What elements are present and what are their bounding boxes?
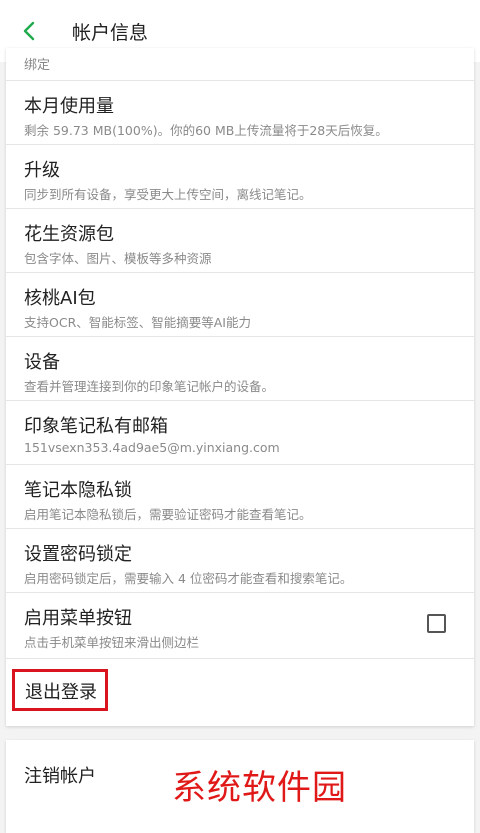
menu-button-title: 启用菜单按钮 (24, 608, 132, 629)
page-title: 帐户信息 (72, 21, 149, 44)
walnut-ai-pack-item[interactable]: 核桃AI包 支持OCR、智能标签、智能摘要等AI能力 (6, 273, 474, 337)
chevron-left-icon (23, 21, 35, 41)
peanut-resource-pack-subtitle: 包含字体、图片、模板等多种资源 (24, 251, 212, 266)
watermark-text: 系统软件园 (172, 768, 347, 808)
devices-title: 设备 (24, 352, 60, 373)
devices-item[interactable]: 设备 查看并管理连接到你的印象笔记帐户的设备。 (6, 337, 474, 401)
logout-label: 退出登录 (25, 682, 97, 703)
walnut-ai-pack-title: 核桃AI包 (24, 288, 96, 309)
private-email-title: 印象笔记私有邮箱 (24, 416, 168, 437)
binding-item-label: 绑定 (24, 58, 51, 73)
account-settings-card: 绑定 本月使用量 剩余 59.73 MB(100%)。你的60 MB上传流量将于… (6, 48, 474, 726)
peanut-resource-pack-item[interactable]: 花生资源包 包含字体、图片、模板等多种资源 (6, 209, 474, 273)
walnut-ai-pack-subtitle: 支持OCR、智能标签、智能摘要等AI能力 (24, 315, 251, 330)
back-button[interactable] (10, 11, 50, 51)
menu-button-subtitle: 点击手机菜单按钮来滑出侧边栏 (24, 635, 200, 650)
notebook-privacy-lock-item[interactable]: 笔记本隐私锁 启用笔记本隐私锁后，需要验证密码才能查看笔记。 (6, 465, 474, 529)
private-email-address: 151vsexn353.4ad9ae5@m.yinxiang.com (24, 440, 280, 455)
binding-item[interactable]: 绑定 (6, 48, 474, 81)
peanut-resource-pack-title: 花生资源包 (24, 224, 114, 245)
notebook-privacy-lock-subtitle: 启用笔记本隐私锁后，需要验证密码才能查看笔记。 (24, 507, 312, 522)
upgrade-title: 升级 (24, 160, 60, 181)
passcode-lock-item[interactable]: 设置密码锁定 启用密码锁定后，需要输入 4 位密码才能查看和搜索笔记。 (6, 529, 474, 593)
upgrade-item[interactable]: 升级 同步到所有设备，享受更大上传空间，离线记笔记。 (6, 145, 474, 209)
delete-account-button[interactable]: 注销帐户 (24, 762, 96, 788)
upgrade-subtitle: 同步到所有设备，享受更大上传空间，离线记笔记。 (24, 187, 312, 202)
passcode-lock-subtitle: 启用密码锁定后，需要输入 4 位密码才能查看和搜索笔记。 (24, 571, 353, 586)
monthly-usage-subtitle: 剩余 59.73 MB(100%)。你的60 MB上传流量将于28天后恢复。 (24, 123, 388, 138)
private-email-item[interactable]: 印象笔记私有邮箱 151vsexn353.4ad9ae5@m.yinxiang.… (6, 401, 474, 465)
logout-item[interactable]: 退出登录 (6, 659, 474, 726)
passcode-lock-title: 设置密码锁定 (24, 544, 132, 565)
menu-button-item[interactable]: 启用菜单按钮 点击手机菜单按钮来滑出侧边栏 (6, 593, 474, 659)
monthly-usage-item[interactable]: 本月使用量 剩余 59.73 MB(100%)。你的60 MB上传流量将于28天… (6, 81, 474, 145)
monthly-usage-title: 本月使用量 (24, 96, 114, 117)
menu-button-checkbox[interactable] (427, 614, 446, 633)
devices-subtitle: 查看并管理连接到你的印象笔记帐户的设备。 (24, 379, 275, 394)
notebook-privacy-lock-title: 笔记本隐私锁 (24, 480, 132, 501)
